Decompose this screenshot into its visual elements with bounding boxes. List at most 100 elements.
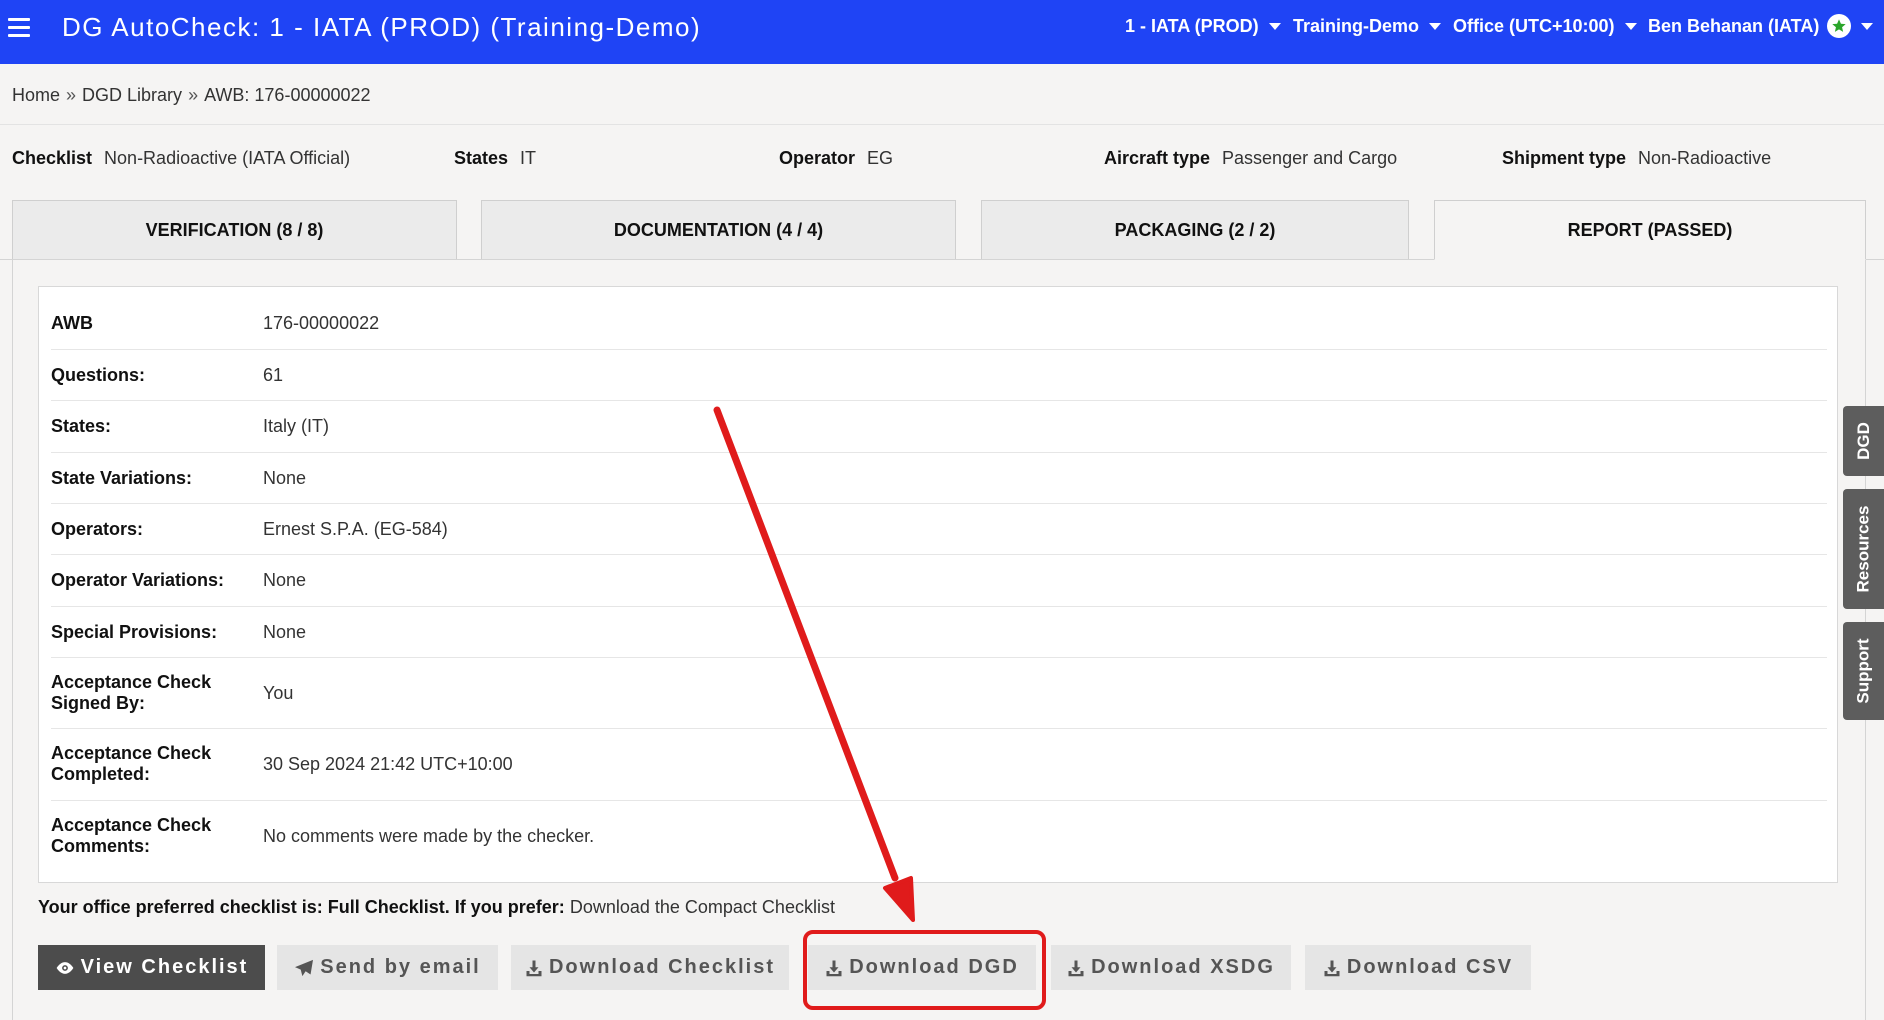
breadcrumb-separator: »: [188, 85, 199, 105]
chevron-down-icon: [1861, 22, 1874, 30]
report-row-label: Operators:: [51, 519, 144, 539]
report-row-value: 61: [263, 365, 284, 385]
app-title: DG AutoCheck: 1 - IATA (PROD) (Training-…: [62, 12, 702, 42]
user-menu-label: Ben Behanan (IATA): [1648, 15, 1820, 36]
org-menu[interactable]: 1 - IATA (PROD): [1125, 0, 1281, 52]
meta-states-value: IT: [520, 148, 537, 168]
eye-icon: [56, 961, 73, 974]
report-row-value: None: [263, 570, 307, 590]
chevron-down-icon: [1624, 22, 1637, 30]
download-dgd-label: Download DGD: [849, 956, 1019, 978]
report-row-value: Italy (IT): [263, 416, 329, 436]
report-row-label: Acceptance Check Comments:: [51, 815, 212, 856]
report-row: States: Italy (IT): [51, 401, 1827, 453]
report-row-value: 176-00000022: [263, 313, 380, 333]
report-row: State Variations: None: [51, 453, 1827, 504]
breadcrumb-home[interactable]: Home: [12, 85, 60, 105]
office-menu-label: Office (UTC+10:00): [1453, 15, 1615, 36]
download-compact-checklist-label: Download the Compact Checklist: [569, 897, 835, 917]
download-checklist-button[interactable]: Download Checklist: [511, 945, 789, 990]
side-tab-support-label: Support: [1853, 638, 1873, 704]
report-row-label: AWB: [51, 313, 93, 333]
preferred-checklist-text: Your office preferred checklist is: Full…: [38, 897, 565, 917]
report-row: Special Provisions: None: [51, 607, 1827, 658]
breadcrumb: Home» DGD Library» AWB: 176-00000022: [12, 85, 371, 106]
breadcrumb-separator: »: [66, 85, 77, 105]
report-row: Acceptance Check Comments: No comments w…: [51, 801, 1827, 873]
meta-operator-label: Operator: [779, 148, 856, 168]
report-row: Operators: Ernest S.P.A. (EG-584): [51, 504, 1827, 555]
meta-shipment-type: Shipment type Non-Radioactive: [1502, 148, 1771, 169]
report-row-label: Operator Variations:: [51, 570, 225, 590]
report-row: Acceptance Check Completed: 30 Sep 2024 …: [51, 729, 1827, 801]
meta-checklist-label: Checklist: [12, 148, 93, 168]
download-icon: [1068, 960, 1084, 976]
report-row-label: Special Provisions:: [51, 622, 218, 642]
meta-shipment-label: Shipment type: [1502, 148, 1627, 168]
environment-menu[interactable]: Training-Demo: [1293, 0, 1442, 52]
breadcrumb-dgd-library[interactable]: DGD Library: [82, 85, 182, 105]
chevron-down-icon: [1429, 22, 1442, 30]
report-row-value: You: [263, 683, 294, 703]
meta-states-label: States: [454, 148, 509, 168]
send-by-email-button[interactable]: Send by email: [277, 945, 498, 990]
report-card: AWB 176-00000022 Questions: 61 States: I…: [38, 286, 1838, 883]
org-menu-label: 1 - IATA (PROD): [1125, 15, 1259, 36]
tab-report[interactable]: REPORT (PASSED): [1434, 200, 1866, 260]
download-dgd-button[interactable]: Download DGD: [808, 945, 1036, 990]
side-tab-support[interactable]: Support: [1843, 622, 1884, 720]
report-row-value: None: [263, 622, 307, 642]
chevron-down-icon: [1268, 22, 1281, 30]
office-menu[interactable]: Office (UTC+10:00): [1453, 0, 1637, 52]
download-icon: [1324, 960, 1340, 976]
report-row-label: State Variations:: [51, 468, 193, 488]
hamburger-icon[interactable]: [8, 18, 30, 38]
meta-checklist-value: Non-Radioactive (IATA Official): [104, 148, 351, 168]
meta-operator: Operator EG: [779, 148, 893, 169]
report-row: Questions: 61: [51, 350, 1827, 401]
view-checklist-label: View Checklist: [80, 956, 249, 978]
report-row-value: 30 Sep 2024 21:42 UTC+10:00: [263, 754, 513, 774]
meta-checklist: Checklist Non-Radioactive (IATA Official): [12, 148, 350, 169]
report-row-value: Ernest S.P.A. (EG-584): [263, 519, 448, 539]
report-row-value: None: [263, 468, 307, 488]
download-csv-label: Download CSV: [1346, 956, 1514, 978]
divider: [0, 124, 1884, 125]
tab-packaging[interactable]: PACKAGING (2 / 2): [981, 200, 1409, 259]
send-by-email-label: Send by email: [320, 956, 481, 978]
side-tab-resources-label: Resources: [1853, 505, 1873, 593]
meta-states: States IT: [454, 148, 536, 169]
paper-plane-icon: [295, 959, 314, 976]
view-checklist-button[interactable]: View Checklist: [38, 945, 265, 990]
tab-verification[interactable]: VERIFICATION (8 / 8): [12, 200, 457, 259]
meta-operator-value: EG: [867, 148, 894, 168]
breadcrumb-current: AWB: 176-00000022: [204, 85, 371, 105]
report-row: AWB 176-00000022: [51, 287, 1827, 350]
report-row-label: Acceptance Check Signed By:: [51, 672, 212, 713]
preferred-checklist-note: Your office preferred checklist is: Full…: [38, 897, 835, 918]
report-row: Operator Variations: None: [51, 555, 1827, 607]
report-row: Acceptance Check Signed By: You: [51, 658, 1827, 729]
tab-documentation[interactable]: DOCUMENTATION (4 / 4): [481, 200, 956, 259]
report-row-label: Acceptance Check Completed:: [51, 743, 212, 784]
download-icon: [826, 960, 842, 976]
user-menu[interactable]: Ben Behanan (IATA): [1648, 0, 1874, 52]
side-tab-dgd-label: DGD: [1853, 422, 1873, 460]
meta-shipment-value: Non-Radioactive: [1638, 148, 1772, 168]
download-checklist-label: Download Checklist: [548, 956, 776, 978]
side-tab-resources[interactable]: Resources: [1843, 489, 1884, 609]
download-xsdg-button[interactable]: Download XSDG: [1051, 945, 1291, 990]
report-row-label: Questions:: [51, 365, 146, 385]
meta-aircraft-label: Aircraft type: [1104, 148, 1211, 168]
star-icon: [1827, 14, 1852, 38]
download-icon: [526, 960, 542, 976]
report-row-label: States:: [51, 416, 112, 436]
environment-menu-label: Training-Demo: [1293, 15, 1420, 36]
top-bar: DG AutoCheck: 1 - IATA (PROD) (Training-…: [0, 0, 1884, 64]
report-row-value: No comments were made by the checker.: [263, 826, 595, 846]
download-csv-button[interactable]: Download CSV: [1305, 945, 1531, 990]
meta-aircraft-type: Aircraft type Passenger and Cargo: [1104, 148, 1397, 169]
download-compact-checklist-link[interactable]: Download the Compact Checklist: [570, 897, 835, 917]
side-tab-dgd[interactable]: DGD: [1843, 406, 1884, 476]
download-xsdg-label: Download XSDG: [1091, 956, 1275, 978]
